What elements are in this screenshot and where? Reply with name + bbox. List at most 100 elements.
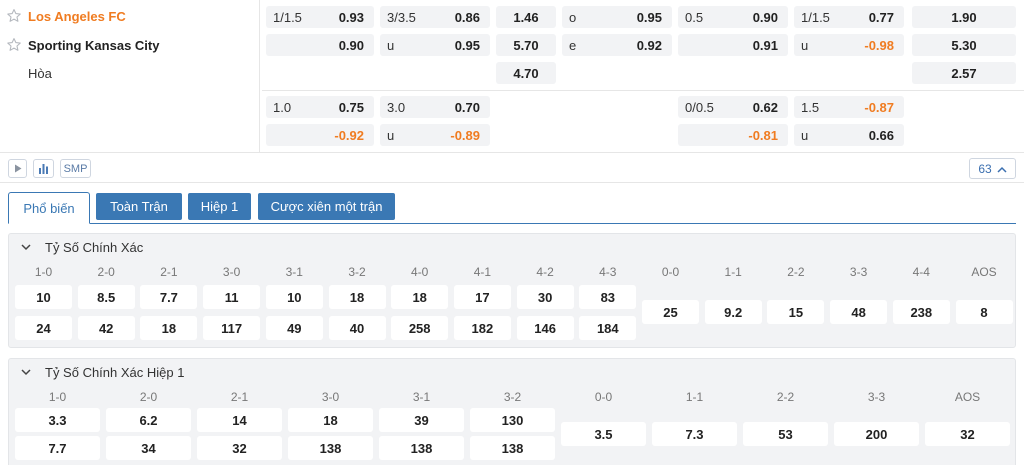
ft-handicap-home-odds: 0.93 (338, 10, 364, 25)
score-column-label: 4-0 (411, 265, 429, 279)
home-team-name[interactable]: Los Angeles FC (28, 9, 126, 24)
ft-handicap-2-away[interactable]: -0.92 (266, 124, 374, 146)
h1-ou-over[interactable]: 1/1.5 0.77 (794, 6, 904, 28)
ft-handicap-away[interactable]: 0.90 (266, 34, 374, 56)
score-odds-home[interactable]: 39 (379, 408, 464, 432)
score-odds-home[interactable]: 18 (288, 408, 373, 432)
score-odds-draw[interactable]: 7.3 (652, 422, 737, 446)
score-odds-home[interactable]: 8.5 (77, 285, 135, 309)
score-odds-home[interactable]: 6.2 (106, 408, 191, 432)
score-column-label: AOS (971, 265, 997, 279)
h1-1x2-away-odds: 5.30 (951, 38, 977, 53)
score-odds-draw[interactable]: 3.5 (561, 422, 646, 446)
score-odds-home[interactable]: 10 (265, 285, 323, 309)
score-odds-away[interactable]: 49 (265, 316, 323, 340)
tab-same-game-parlay[interactable]: Cược xiên một trận (258, 193, 395, 220)
score-odds-away[interactable]: 138 (288, 436, 373, 460)
ft-1x2-away[interactable]: 5.70 (496, 34, 556, 56)
h1-ou-under[interactable]: u -0.98 (794, 34, 904, 56)
score-odds-home[interactable]: 130 (470, 408, 555, 432)
ft-handicap-2-home[interactable]: 1.0 0.75 (266, 96, 374, 118)
tab-full-match[interactable]: Toàn Trận (96, 193, 182, 220)
score-odds-home[interactable]: 18 (328, 285, 386, 309)
score-odds-away[interactable]: 18 (140, 316, 198, 340)
h1-ou-2-over-odds: -0.87 (864, 100, 894, 115)
h1-ou-2-over[interactable]: 1.5 -0.87 (794, 96, 904, 118)
score-odds-home[interactable]: 18 (391, 285, 449, 309)
score-odds-home[interactable]: 17 (453, 285, 511, 309)
score-odds-away[interactable]: 42 (77, 316, 135, 340)
h1-1x2-home[interactable]: 1.90 (912, 6, 1016, 28)
score-column-label: 3-3 (849, 265, 868, 279)
score-odds-away[interactable]: 258 (391, 316, 449, 340)
score-odds-draw[interactable]: 53 (743, 422, 828, 446)
ft-ou-over[interactable]: 3/3.5 0.86 (380, 6, 490, 28)
correct-score-h1-panel: Tỷ Số Chính Xác Hiệp 1 1-0 3.3 7.7 2-0 6.2 34… (8, 358, 1016, 465)
score-odds-draw[interactable]: 8 (955, 300, 1013, 324)
ft-handicap-2-home-odds: 0.75 (338, 100, 364, 115)
score-odds-away[interactable]: 7.7 (15, 436, 100, 460)
score-odds-draw[interactable]: 25 (642, 300, 699, 324)
stats-button[interactable] (33, 159, 54, 178)
score-odds-draw[interactable]: 15 (767, 300, 825, 324)
score-odds-home[interactable]: 10 (15, 285, 72, 309)
correct-score-title: Tỷ Số Chính Xác (45, 239, 144, 255)
ft-odd-label: o (569, 10, 577, 25)
chevron-up-icon (997, 162, 1007, 176)
bar-chart-icon (38, 163, 49, 174)
score-odds-away[interactable]: 184 (579, 316, 637, 340)
play-button[interactable] (8, 159, 27, 178)
correct-score-h1-header[interactable]: Tỷ Số Chính Xác Hiệp 1 (9, 359, 184, 385)
tab-popular[interactable]: Phổ biến (8, 192, 90, 224)
h1-1x2-draw[interactable]: 2.57 (912, 62, 1016, 84)
score-odds-home[interactable]: 7.7 (140, 285, 198, 309)
score-column-label: 2-2 (787, 265, 805, 279)
ft-handicap-home[interactable]: 1/1.5 0.93 (266, 6, 374, 28)
tab-first-half[interactable]: Hiệp 1 (188, 193, 251, 220)
score-odds-draw[interactable]: 9.2 (704, 300, 762, 324)
ft-1x2-home[interactable]: 1.46 (496, 6, 556, 28)
h1-handicap-home[interactable]: 0.5 0.90 (678, 6, 788, 28)
score-odds-away[interactable]: 34 (106, 436, 191, 460)
score-odds-away[interactable]: 182 (453, 316, 511, 340)
score-odds-away[interactable]: 146 (516, 316, 574, 340)
score-odds-home[interactable]: 30 (516, 285, 574, 309)
h1-1x2-away[interactable]: 5.30 (912, 34, 1016, 56)
score-odds-home[interactable]: 14 (197, 408, 282, 432)
score-odds-home[interactable]: 11 (203, 285, 261, 309)
score-odds-away[interactable]: 40 (328, 316, 386, 340)
score-odds-home[interactable]: 83 (579, 285, 637, 309)
score-odds-away[interactable]: 138 (379, 436, 464, 460)
score-odds-away[interactable]: 32 (197, 436, 282, 460)
ft-ou-2-under[interactable]: u -0.89 (380, 124, 490, 146)
score-odds-home[interactable]: 3.3 (15, 408, 100, 432)
score-odds-away[interactable]: 24 (15, 316, 72, 340)
ft-ou-2-under-label: u (387, 128, 395, 143)
score-odds-draw[interactable]: 238 (892, 300, 950, 324)
score-odds-draw[interactable]: 32 (925, 422, 1010, 446)
score-column-label: 3-3 (867, 390, 886, 404)
score-odds-away[interactable]: 117 (203, 316, 261, 340)
ft-even[interactable]: e 0.92 (562, 34, 672, 56)
h1-handicap-2-away[interactable]: -0.81 (678, 124, 788, 146)
star-icon[interactable] (6, 37, 22, 53)
ft-ou-2-over[interactable]: 3.0 0.70 (380, 96, 490, 118)
ft-odd[interactable]: o 0.95 (562, 6, 672, 28)
score-column-label: 4-3 (599, 265, 617, 279)
h1-handicap-2-home[interactable]: 0/0.5 0.62 (678, 96, 788, 118)
collapse-markets-button[interactable]: 63 (969, 158, 1016, 179)
score-odds-away[interactable]: 138 (470, 436, 555, 460)
h1-ou-2-under[interactable]: u 0.66 (794, 124, 904, 146)
h1-handicap-away[interactable]: 0.91 (678, 34, 788, 56)
score-odds-draw[interactable]: 48 (830, 300, 888, 324)
smp-button[interactable]: SMP (60, 159, 91, 178)
correct-score-header[interactable]: Tỷ Số Chính Xác (9, 234, 143, 260)
ft-1x2-draw[interactable]: 4.70 (496, 62, 556, 84)
away-team-name[interactable]: Sporting Kansas City (28, 38, 159, 53)
ft-handicap-2-line: 1.0 (273, 100, 292, 115)
play-icon (14, 164, 22, 173)
score-column-label: 1-0 (48, 390, 67, 404)
score-odds-draw[interactable]: 200 (834, 422, 919, 446)
star-icon[interactable] (6, 8, 22, 24)
ft-ou-under[interactable]: u 0.95 (380, 34, 490, 56)
